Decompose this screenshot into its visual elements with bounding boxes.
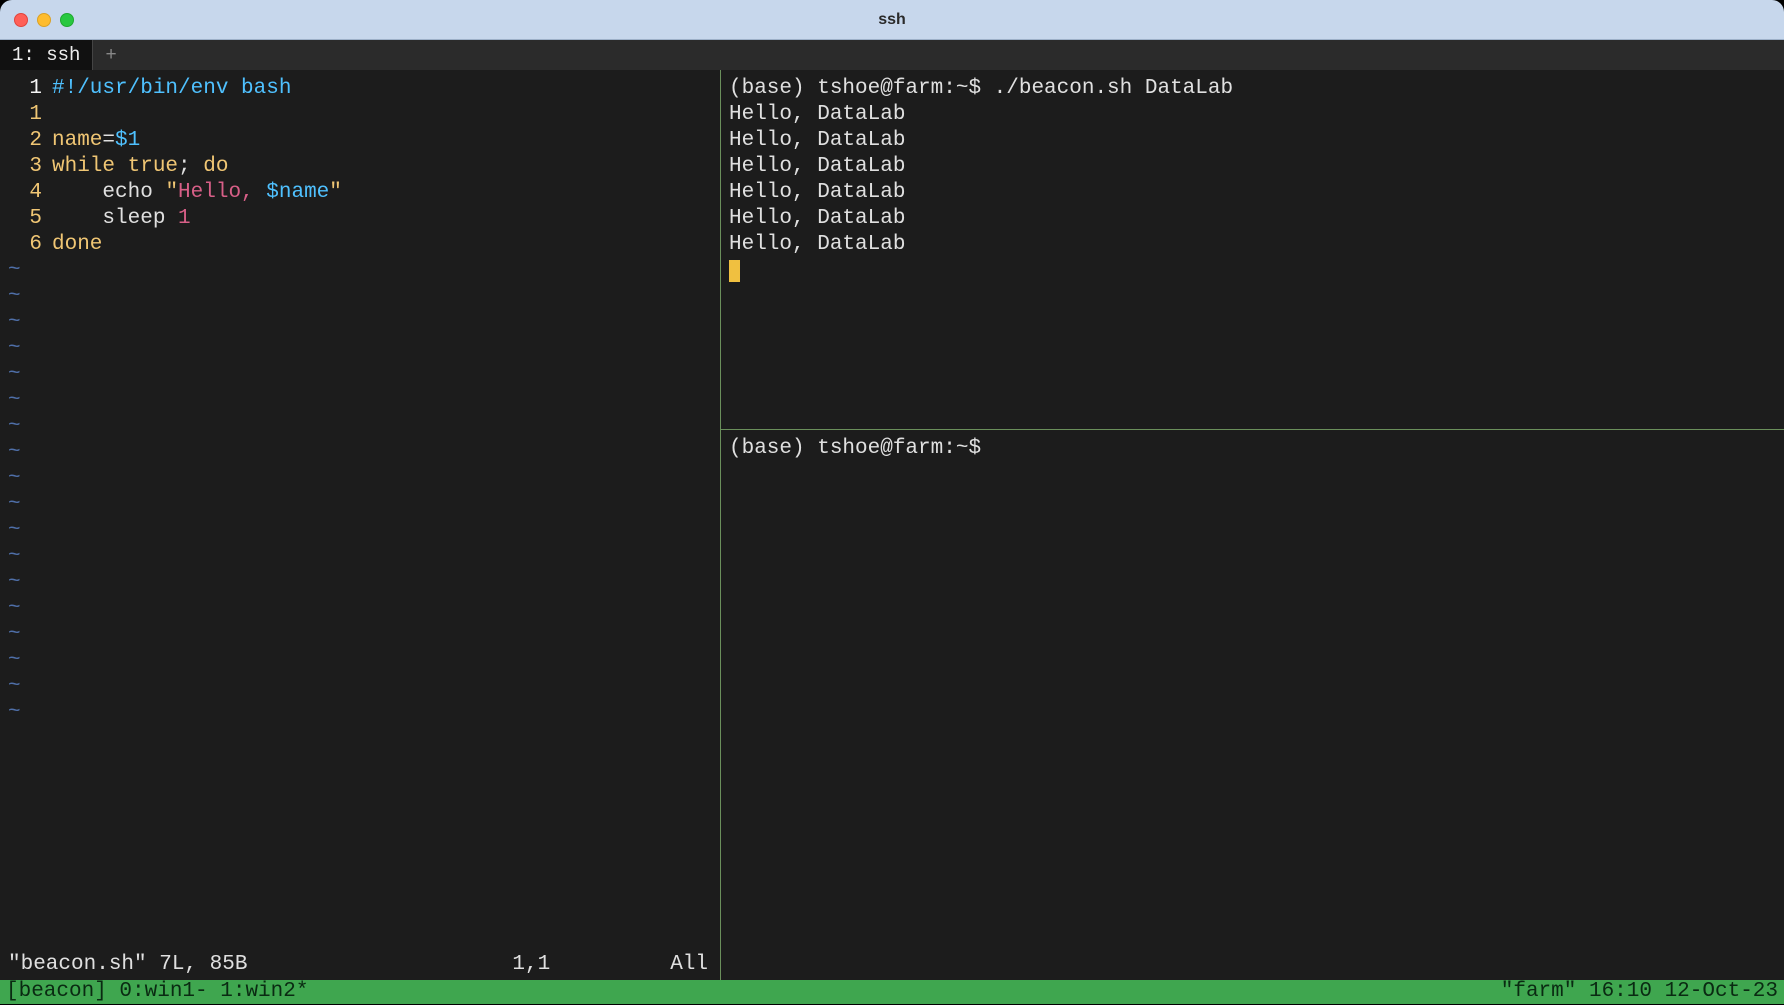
vim-line: 5 sleep 1 (8, 206, 712, 232)
vim-empty-line: ~ (8, 674, 712, 700)
vim-empty-line: ~ (8, 440, 712, 466)
vim-empty-line: ~ (8, 570, 712, 596)
window-title: ssh (0, 7, 1784, 33)
vim-empty-line: ~ (8, 258, 712, 284)
vim-status-pos: 1,1 (247, 952, 670, 978)
right-split: (base) tshoe@farm:~$ ./beacon.sh DataLab… (720, 70, 1784, 980)
vim-empty-line: ~ (8, 336, 712, 362)
vim-status-scroll: All (670, 952, 708, 978)
vim-empty-line: ~ (8, 700, 712, 726)
tmux-status-left: [beacon] 0:win1- 1:win2* (6, 979, 1501, 1005)
tmux-statusbar: [beacon] 0:win1- 1:win2* "farm" 16:10 12… (0, 980, 1784, 1004)
vim-empty-line: ~ (8, 284, 712, 310)
tab-ssh[interactable]: 1: ssh (0, 40, 93, 70)
shell-line: Hello, DataLab (729, 232, 1776, 258)
terminal-tabstrip: 1: ssh + (0, 40, 1784, 70)
shell-line: Hello, DataLab (729, 180, 1776, 206)
vim-line: 3while true; do (8, 154, 712, 180)
vim-empty-line: ~ (8, 492, 712, 518)
vim-pane[interactable]: 1#!/usr/bin/env bash12name=$13while true… (0, 70, 720, 980)
shell-line: Hello, DataLab (729, 206, 1776, 232)
vim-line: 2name=$1 (8, 128, 712, 154)
cursor (729, 260, 740, 282)
vim-statusline: "beacon.sh" 7L, 85B 1,1 All (8, 952, 712, 980)
window-titlebar: ssh (0, 0, 1784, 40)
shell-pane-top[interactable]: (base) tshoe@farm:~$ ./beacon.sh DataLab… (721, 70, 1784, 430)
vim-empty-line: ~ (8, 518, 712, 544)
vim-empty-line: ~ (8, 388, 712, 414)
shell-line: Hello, DataLab (729, 128, 1776, 154)
vim-line: 4 echo "Hello, $name" (8, 180, 712, 206)
shell-line: Hello, DataLab (729, 102, 1776, 128)
shell-prompt: (base) tshoe@farm:~$ (729, 436, 1776, 462)
vim-empty-line: ~ (8, 466, 712, 492)
add-tab-button[interactable]: + (93, 40, 128, 70)
shell-line (729, 258, 1776, 284)
vim-status-file: "beacon.sh" 7L, 85B (8, 952, 247, 978)
shell-line: (base) tshoe@farm:~$ ./beacon.sh DataLab (729, 76, 1776, 102)
terminal-body: 1#!/usr/bin/env bash12name=$13while true… (0, 70, 1784, 1004)
vim-empty-line: ~ (8, 310, 712, 336)
shell-pane-bottom[interactable]: (base) tshoe@farm:~$ (721, 430, 1784, 980)
vim-line: 1#!/usr/bin/env bash (8, 76, 712, 102)
vim-line: 6done (8, 232, 712, 258)
tmux-status-right: "farm" 16:10 12-Oct-23 (1501, 979, 1778, 1005)
vim-line: 1 (8, 102, 712, 128)
vim-empty-line: ~ (8, 362, 712, 388)
vim-empty-line: ~ (8, 544, 712, 570)
vim-empty-line: ~ (8, 648, 712, 674)
vim-empty-line: ~ (8, 414, 712, 440)
vim-content: 1#!/usr/bin/env bash12name=$13while true… (8, 76, 712, 952)
vim-empty-line: ~ (8, 596, 712, 622)
vim-empty-line: ~ (8, 622, 712, 648)
shell-line: Hello, DataLab (729, 154, 1776, 180)
